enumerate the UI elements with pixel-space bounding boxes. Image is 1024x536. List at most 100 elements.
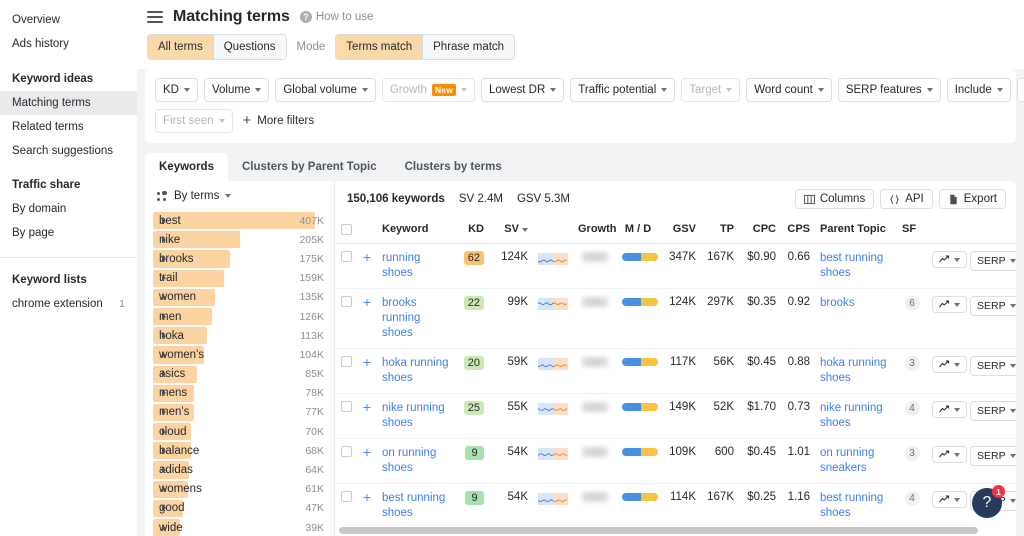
filter-volume[interactable]: Volume bbox=[203, 78, 270, 102]
filter-global-volume[interactable]: Global volume bbox=[275, 78, 376, 102]
term-row[interactable]: women 135K bbox=[145, 288, 334, 307]
tab-keywords[interactable]: Keywords bbox=[145, 153, 228, 181]
tab-all-terms[interactable]: All terms bbox=[148, 35, 213, 59]
filter-target[interactable]: Target bbox=[681, 78, 741, 102]
columns-button[interactable]: Columns bbox=[794, 189, 875, 209]
col-tp[interactable]: TP bbox=[701, 217, 739, 244]
filter-traffic-potential[interactable]: Traffic potential bbox=[570, 78, 676, 102]
keyword-link[interactable]: running shoes bbox=[382, 251, 450, 281]
api-button[interactable]: API bbox=[880, 189, 933, 209]
tab-questions[interactable]: Questions bbox=[212, 35, 286, 59]
table-row[interactable]: + hoka running shoes 20 59K 117K 56K $0.45 0.88… bbox=[335, 348, 1016, 394]
how-to-use-link[interactable]: ? How to use bbox=[299, 11, 373, 23]
parent-topic-link[interactable]: best running shoes bbox=[820, 491, 892, 521]
serp-button[interactable]: SERP bbox=[970, 251, 1016, 271]
parent-topic-link[interactable]: brooks bbox=[820, 296, 892, 311]
more-filters-button[interactable]: + More filters bbox=[239, 113, 315, 128]
trend-button[interactable] bbox=[932, 491, 967, 508]
trend-button[interactable] bbox=[932, 356, 967, 373]
term-row[interactable]: wide 39K bbox=[145, 518, 334, 536]
sidebar-item-overview[interactable]: Overview bbox=[0, 8, 137, 32]
add-to-list-icon[interactable]: + bbox=[363, 444, 371, 460]
keyword-link[interactable]: hoka running shoes bbox=[382, 356, 450, 386]
row-checkbox[interactable] bbox=[340, 401, 352, 413]
term-row[interactable]: mens 78K bbox=[145, 384, 334, 403]
parent-topic-link[interactable]: best running shoes bbox=[820, 251, 892, 281]
sidebar-item-chrome-extension[interactable]: chrome extension 1 bbox=[0, 292, 137, 316]
trend-button[interactable] bbox=[932, 401, 967, 418]
add-to-list-icon[interactable]: + bbox=[363, 354, 371, 370]
sidebar-item-ads-history[interactable]: Ads history bbox=[0, 32, 137, 56]
serp-button[interactable]: SERP bbox=[970, 296, 1016, 316]
add-to-list-icon[interactable]: + bbox=[363, 249, 371, 265]
filter-first-seen[interactable]: First seen bbox=[155, 109, 233, 133]
tab-clusters-by-parent-topic[interactable]: Clusters by Parent Topic bbox=[228, 153, 391, 181]
table-row[interactable]: + on running shoes 9 54K 109K 600 $0.45 1.01 on … bbox=[335, 438, 1016, 484]
filter-include[interactable]: Include bbox=[946, 78, 1011, 102]
export-button[interactable]: Export bbox=[938, 189, 1006, 209]
filter-exclude[interactable]: Exclude bbox=[1016, 78, 1024, 102]
term-row[interactable]: cloud 70K bbox=[145, 422, 334, 441]
sidebar-item-by-domain[interactable]: By domain bbox=[0, 197, 137, 221]
col-md[interactable]: M / D bbox=[617, 217, 659, 244]
row-checkbox[interactable] bbox=[340, 491, 352, 503]
tab-phrase-match[interactable]: Phrase match bbox=[422, 35, 515, 59]
table-scroll-area[interactable]: Keyword KD SV Growth M / D GSV TP CPC CP… bbox=[335, 217, 1016, 525]
grouping-selector[interactable]: By terms bbox=[145, 181, 334, 210]
hamburger-icon[interactable] bbox=[147, 11, 163, 23]
keyword-link[interactable]: best running shoes bbox=[382, 491, 450, 521]
col-first-seen[interactable]: First se bbox=[1013, 217, 1016, 244]
row-checkbox[interactable] bbox=[340, 296, 352, 308]
table-row[interactable]: + nike running shoes 25 55K 149K 52K $1.70 0.73… bbox=[335, 393, 1016, 439]
col-cpc[interactable]: CPC bbox=[739, 217, 781, 244]
term-row[interactable]: men's 77K bbox=[145, 403, 334, 422]
serp-button[interactable]: SERP bbox=[970, 356, 1016, 376]
tab-clusters-by-terms[interactable]: Clusters by terms bbox=[391, 153, 516, 181]
sidebar-item-search-suggestions[interactable]: Search suggestions bbox=[0, 139, 137, 163]
add-to-list-icon[interactable]: + bbox=[363, 294, 371, 310]
select-all-checkbox[interactable] bbox=[340, 223, 352, 235]
table-row[interactable]: + running shoes 62 124K 347K 167K $0.90 0.66 bes… bbox=[335, 243, 1016, 289]
serp-button[interactable]: SERP bbox=[970, 401, 1016, 421]
row-checkbox[interactable] bbox=[340, 251, 352, 263]
horizontal-scrollbar[interactable] bbox=[335, 525, 1016, 536]
help-widget-button[interactable]: ? 1 bbox=[972, 485, 1005, 518]
row-checkbox[interactable] bbox=[340, 446, 352, 458]
scrollbar-thumb[interactable] bbox=[339, 527, 979, 534]
trend-button[interactable] bbox=[932, 296, 967, 313]
col-parent-topic[interactable]: Parent Topic bbox=[815, 217, 897, 244]
keyword-link[interactable]: brooks running shoes bbox=[382, 296, 450, 341]
term-row[interactable]: good 47K bbox=[145, 499, 334, 518]
col-sf[interactable]: SF bbox=[897, 217, 927, 244]
filter-word-count[interactable]: Word count bbox=[746, 78, 832, 102]
filter-kd[interactable]: KD bbox=[155, 78, 198, 102]
row-checkbox[interactable] bbox=[340, 356, 352, 368]
term-row[interactable]: asics 85K bbox=[145, 365, 334, 384]
col-gsv[interactable]: GSV bbox=[659, 217, 701, 244]
term-row[interactable]: women's 104K bbox=[145, 345, 334, 364]
sidebar-item-by-page[interactable]: By page bbox=[0, 221, 137, 245]
col-kd[interactable]: KD bbox=[455, 217, 489, 244]
add-to-list-icon[interactable]: + bbox=[363, 399, 371, 415]
term-row[interactable]: womens 61K bbox=[145, 480, 334, 499]
col-keyword[interactable]: Keyword bbox=[377, 217, 455, 244]
term-row[interactable]: brooks 175K bbox=[145, 249, 334, 268]
terms-list[interactable]: best 407K nike 205K brooks 175K trail 159K women… bbox=[145, 210, 334, 536]
sidebar-item-matching-terms[interactable]: Matching terms bbox=[0, 91, 137, 115]
parent-topic-link[interactable]: hoka running shoes bbox=[820, 356, 892, 386]
term-row[interactable]: balance 68K bbox=[145, 441, 334, 460]
term-row[interactable]: trail 159K bbox=[145, 269, 334, 288]
tab-terms-match[interactable]: Terms match bbox=[336, 35, 423, 59]
col-growth[interactable]: Growth bbox=[573, 217, 617, 244]
parent-topic-link[interactable]: on running sneakers bbox=[820, 446, 892, 476]
table-row[interactable]: + brooks running shoes 22 99K 124K 297K $0.35 0… bbox=[335, 288, 1016, 349]
table-row[interactable]: + best running shoes 9 54K 114K 167K $0.25 1.16… bbox=[335, 483, 1016, 525]
term-row[interactable]: nike 205K bbox=[145, 230, 334, 249]
filter-serp-features[interactable]: SERP features bbox=[837, 78, 941, 102]
trend-button[interactable] bbox=[932, 446, 967, 463]
filter-lowest-dr[interactable]: Lowest DR bbox=[481, 78, 565, 102]
term-row[interactable]: hoka 113K bbox=[145, 326, 334, 345]
add-to-list-icon[interactable]: + bbox=[363, 489, 371, 505]
col-sv[interactable]: SV bbox=[489, 217, 533, 244]
keyword-link[interactable]: nike running shoes bbox=[382, 401, 450, 431]
